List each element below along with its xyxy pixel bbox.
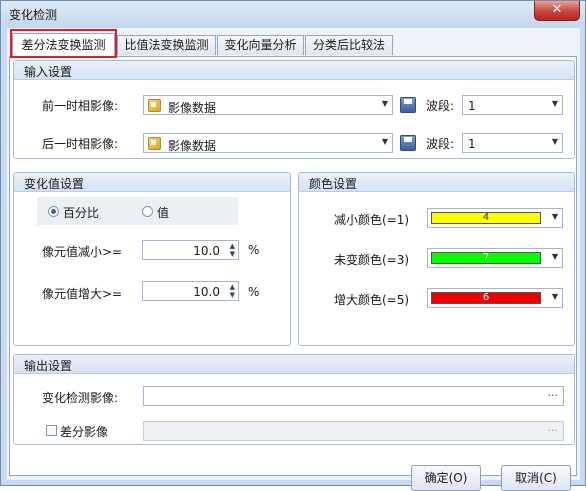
change-value-group: 变化值设置 百分比 值 像元值减小>= 10.0 ▲ ▼ % 像元值增大>= 10…: [13, 172, 291, 346]
input-settings-group: 输入设置 前一时相影像: 影像数据 ▼ 波段: 1 ▼ 后一时相影像: 影像数据: [13, 60, 575, 159]
change-detection-dialog: 变化检测 ✕ 差分法变换监测 比值法变换监测 变化向量分析 分类后比较法 输入设…: [0, 0, 586, 491]
diff-image-input: ···: [143, 421, 564, 441]
increase-color-select[interactable]: 6 ▼: [427, 288, 563, 308]
decrease-color-swatch: 4: [431, 212, 541, 224]
spin-arrows-icon[interactable]: ▲ ▼: [230, 283, 235, 299]
increase-color-label: 增大颜色(=5): [334, 293, 410, 307]
before-image-select[interactable]: 影像数据 ▼: [143, 95, 393, 115]
unchanged-color-swatch: 7: [431, 252, 541, 264]
band-select-before[interactable]: 1 ▼: [462, 95, 563, 115]
increase-color-swatch: 6: [431, 292, 541, 304]
tab-post-classification[interactable]: 分类后比较法: [305, 35, 393, 55]
after-image-label: 后一时相影像:: [42, 137, 119, 151]
band-label-before: 波段:: [426, 99, 455, 113]
decrease-label: 像元值减小>=: [42, 245, 123, 259]
increase-spinner[interactable]: 10.0 ▲ ▼: [142, 281, 239, 301]
chevron-down-icon: ▼: [551, 252, 558, 261]
band-label-after: 波段:: [426, 137, 455, 151]
decrease-color-select[interactable]: 4 ▼: [427, 208, 563, 228]
output-settings-group: 输出设置 变化检测影像: ··· 差分影像 ···: [13, 354, 575, 445]
browse-button[interactable]: ···: [548, 389, 559, 402]
decrease-spinner[interactable]: 10.0 ▲ ▼: [142, 240, 239, 260]
window-title: 变化检测: [9, 8, 58, 22]
color-settings-title: 颜色设置: [309, 177, 358, 191]
open-file-icon[interactable]: [400, 135, 416, 151]
decrease-unit: %: [248, 243, 260, 257]
open-file-icon[interactable]: [400, 97, 416, 113]
browse-button-disabled: ···: [547, 424, 559, 437]
close-button[interactable]: ✕: [534, 1, 580, 21]
title-bar: 变化检测 ✕: [1, 1, 585, 27]
tab-panel: 输入设置 前一时相影像: 影像数据 ▼ 波段: 1 ▼ 后一时相影像: 影像数据: [9, 56, 577, 491]
image-data-icon: [148, 99, 161, 112]
after-image-select[interactable]: 影像数据 ▼: [143, 133, 393, 153]
before-image-label: 前一时相影像:: [42, 99, 119, 113]
percent-radio-label[interactable]: 百分比: [63, 204, 99, 221]
input-settings-title: 输入设置: [24, 65, 73, 79]
image-data-icon: [148, 137, 161, 150]
increase-unit: %: [248, 285, 260, 299]
percent-radio[interactable]: [48, 206, 59, 217]
diff-image-label[interactable]: 差分影像: [60, 423, 108, 440]
chevron-down-icon: ▼: [551, 212, 558, 221]
spin-arrows-icon[interactable]: ▲ ▼: [230, 242, 235, 258]
color-settings-group: 颜色设置 减小颜色(=1) 4 ▼ 未变颜色(=3) 7 ▼ 增大颜色(=5) …: [298, 172, 575, 346]
chevron-down-icon: ▼: [381, 137, 388, 146]
value-radio-label[interactable]: 值: [157, 204, 169, 221]
ok-button[interactable]: 确定(O): [411, 465, 481, 491]
unchanged-color-select[interactable]: 7 ▼: [427, 248, 563, 268]
tab-highlight-box: [10, 29, 117, 58]
decrease-color-label: 减小颜色(=1): [334, 213, 410, 227]
cancel-button[interactable]: 取消(C): [501, 465, 571, 491]
tab-ratio[interactable]: 比值法变换监测: [117, 35, 216, 55]
unchanged-color-label: 未变颜色(=3): [334, 253, 410, 267]
output-settings-title: 输出设置: [24, 359, 73, 373]
chevron-down-icon: ▼: [381, 99, 388, 108]
result-image-input[interactable]: ···: [143, 386, 564, 406]
change-value-title: 变化值设置: [24, 177, 85, 191]
tab-change-vector[interactable]: 变化向量分析: [217, 35, 304, 55]
value-radio[interactable]: [142, 206, 153, 217]
chevron-down-icon: ▼: [551, 137, 558, 146]
diff-image-checkbox[interactable]: [46, 425, 57, 436]
increase-label: 像元值增大>=: [42, 287, 123, 301]
band-select-after[interactable]: 1 ▼: [462, 133, 563, 153]
chevron-down-icon: ▼: [551, 292, 558, 301]
chevron-down-icon: ▼: [551, 99, 558, 108]
dialog-client: 差分法变换监测 比值法变换监测 变化向量分析 分类后比较法 输入设置 前一时相影…: [7, 28, 580, 491]
result-image-label: 变化检测影像:: [42, 391, 119, 405]
